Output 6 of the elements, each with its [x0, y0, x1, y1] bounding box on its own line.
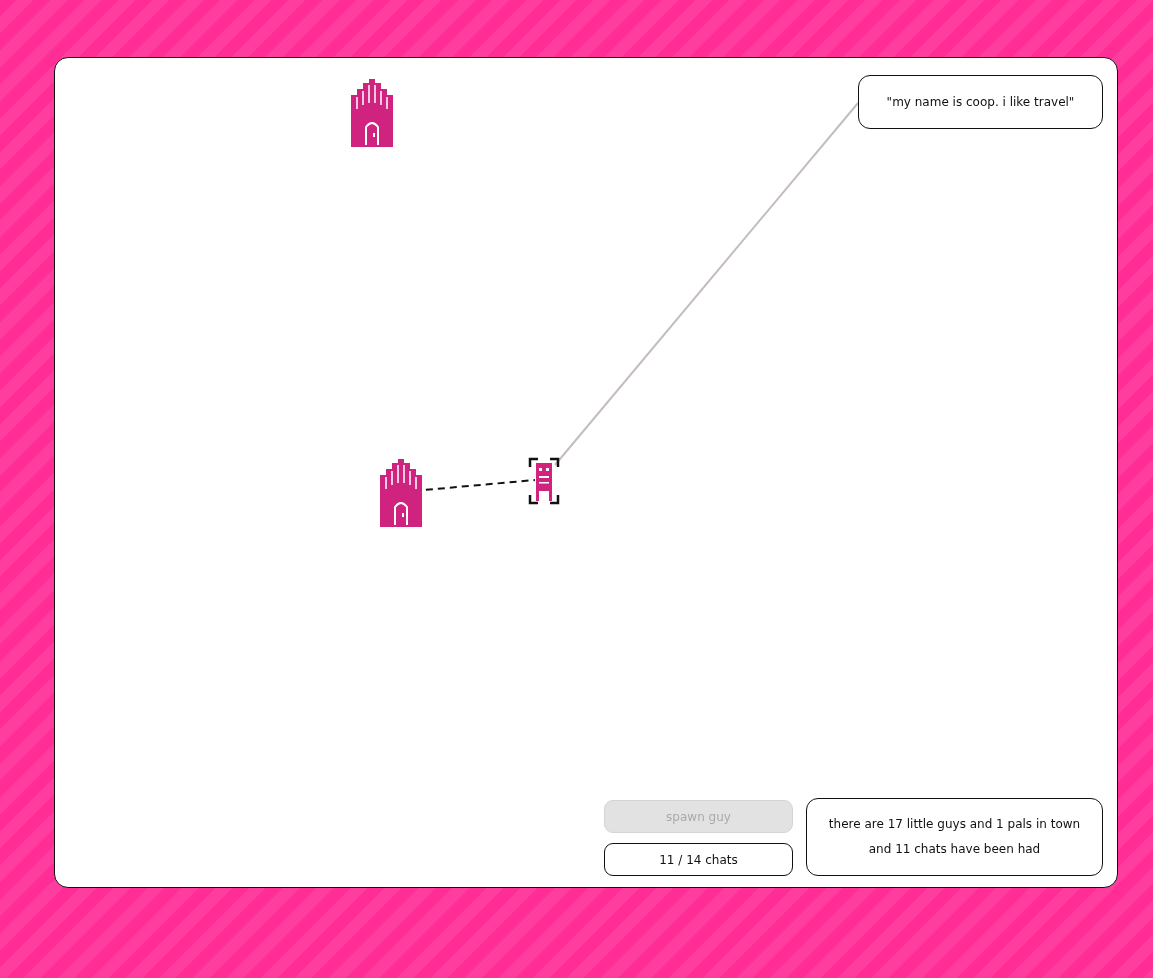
house-icon[interactable] [351, 79, 393, 147]
house-icon[interactable] [380, 459, 422, 527]
speech-bubble: "my name is coop. i like travel" [858, 75, 1103, 129]
guy-drawing[interactable] [528, 457, 560, 505]
status-message: there are 17 little guys and 1 pals in town and 11 chats have been had [806, 798, 1103, 876]
chat-counter: 11 / 14 chats [604, 843, 793, 876]
